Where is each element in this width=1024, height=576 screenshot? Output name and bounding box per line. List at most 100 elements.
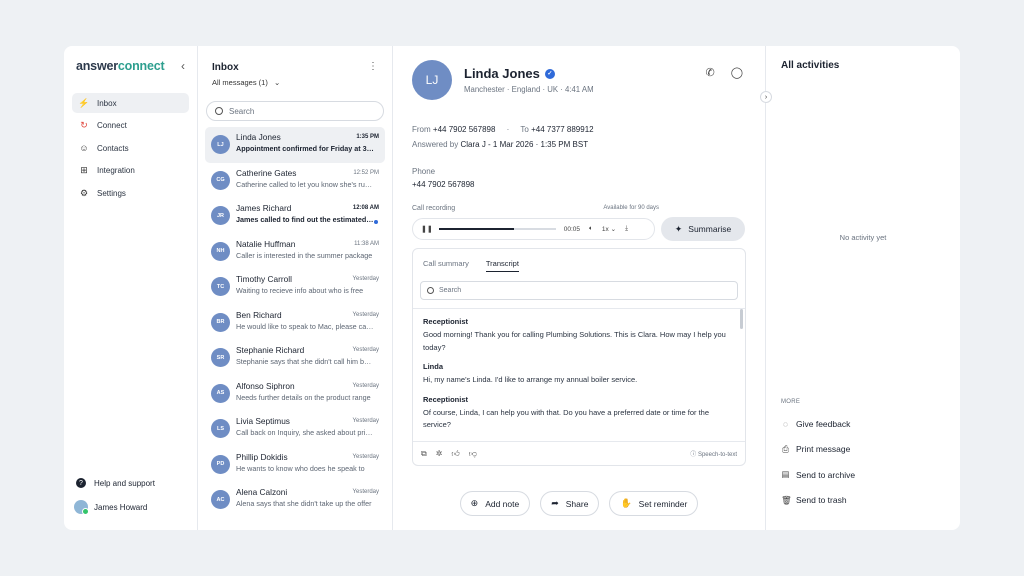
list-item[interactable]: NH Natalie Huffman 11:38 AM Caller is inter… [205,234,385,270]
inbox-header: Inbox All messages (1) ⌄ ⋮ [198,46,392,87]
transcript-line: Of course, Linda, I can help you with th… [423,407,709,430]
sparkle-icon: ✦ [674,223,683,234]
help-support-link[interactable]: ? Help and support [72,474,189,492]
search-placeholder: Search [439,287,462,294]
sidebar-item-inbox[interactable]: ⚡ Inbox [72,93,189,113]
sidebar-footer: ? Help and support James Howard [72,474,189,518]
volume-icon[interactable]: 🔈︎ [589,225,593,233]
more-vertical-icon[interactable]: ⋮ [368,61,378,72]
activities-title: All activities [781,60,840,71]
contact-name: Alfonso Siphron [236,380,295,391]
speaker-label: Receptionist [423,394,469,404]
list-item[interactable]: JR James Richard 12:08 AM James called to f… [205,198,385,234]
avatar: SR [211,348,230,367]
message-preview: Waiting to recieve info about who is fre… [236,286,364,295]
set-reminder-button[interactable]: ✋ Set reminder [609,491,699,516]
list-item-header: Catherine Gates 12:52 PM [236,168,379,178]
sidebar-item-integration[interactable]: ⊞ Integration [72,161,189,181]
list-item[interactable]: CG Catherine Gates 12:52 PM Catherine calle… [205,163,385,199]
list-item[interactable]: PD Phillip Dokidis Yesterday He wants to kn… [205,447,385,483]
list-item[interactable]: LJ Linda Jones 1:35 PM Appointment confirme… [205,127,385,163]
print-message-link[interactable]: ⎙ Print message [781,437,945,463]
reminder-icon: ✋ [620,498,632,508]
unread-dot [374,220,378,224]
list-item[interactable]: LS Livia Septimus Yesterday Call back on In… [205,411,385,447]
audio-time: 00:05 [563,225,581,233]
audio-progress-bar[interactable] [438,228,556,230]
send-to-trash-link[interactable]: 🗑︎ Send to trash [781,488,945,514]
list-item[interactable]: BR Ben Richard Yesterday He would like to s… [205,305,385,341]
playback-speed[interactable]: 1x ⌄ [602,225,616,233]
contacts-icon: ☺ [79,143,89,153]
chevron-right-icon[interactable]: › [760,91,772,103]
contact-actions: ✆ ◯ [705,66,743,79]
list-item[interactable]: SR Stephanie Richard Yesterday Stephanie sa… [205,340,385,376]
avatar: LJ [211,135,230,154]
tab-call-summary[interactable]: Call summary [423,259,469,272]
search-icon [215,107,223,115]
separator: · [506,125,510,134]
contact-name: Stephanie Richard [236,345,305,355]
inbox-filter-dropdown[interactable]: All messages (1) ⌄ [212,78,378,87]
share-label: Share [565,498,589,509]
timestamp: 1:35 PM [356,134,379,140]
download-icon[interactable]: ⤓ [625,225,628,233]
thumbs-down-icon[interactable]: 👎︎ [469,449,477,459]
trash-icon: 🗑︎ [781,494,792,505]
pause-icon[interactable]: ❚❚ [421,225,433,233]
avatar: CG [211,170,230,190]
list-item[interactable]: TC Timothy Carroll Yesterday Waiting to rec… [205,269,385,305]
reminder-label: Set reminder [638,498,688,509]
answered-by: Clara J - 1 Mar 2026 · 1:35 PM BST [460,140,589,149]
contact-location: Manchester · England · UK · 4:41 AM [464,85,594,94]
phone-label: Phone [412,167,436,176]
list-item-header: Livia Septimus Yesterday [236,416,379,426]
avatar: PD [211,454,230,474]
sidebar-item-contacts[interactable]: ☺ Contacts [72,138,189,158]
avatar: TC [211,277,230,296]
list-item[interactable]: AC Alena Calzoni Yesterday Alena says that … [205,482,385,518]
from-label: From [412,125,431,134]
list-item-header: James Richard 12:08 AM [236,203,379,213]
phone-icon[interactable]: ✆ [705,66,714,79]
more-section: MORE ◌ Give feedback ⎙ Print message ▤ S… [781,399,945,513]
message-preview: Caller is interested in the summer packa… [236,250,373,260]
send-to-archive-link[interactable]: ▤ Send to archive [781,462,945,488]
list-item[interactable]: AS Alfonso Siphron Yesterday Needs further … [205,376,385,412]
speech-to-text-note: ⓘ Speech-to-text [690,452,737,458]
user-profile[interactable]: James Howard [72,496,189,518]
share-button[interactable]: ➦ Share [540,491,600,516]
sidebar-item-connect[interactable]: ↻ Connect [72,116,189,136]
message-preview: Needs further details on the product ran… [236,392,371,402]
list-item-header: Alfonso Siphron Yesterday [236,381,379,391]
contact-name: Ben Richard [236,309,282,320]
summarise-button[interactable]: ✦ Summarise [661,217,745,241]
message-list: LJ Linda Jones 1:35 PM Appointment confirme… [198,127,392,518]
contact-name: Phillip Dokidis [236,451,288,462]
chevron-left-icon[interactable]: ‹ [181,59,185,73]
thumbs-up-icon[interactable]: 👍︎ [451,449,459,459]
tab-transcript[interactable]: Transcript [485,259,519,272]
recording-header: Call recording Available for 90 days [412,205,746,212]
list-item-body: Phillip Dokidis Yesterday He wants to know… [236,452,379,473]
summarise-label: Summarise [688,224,732,234]
list-item-body: Natalie Huffman 11:38 AM Caller is interes… [236,239,379,260]
copy-icon[interactable]: ⧉ [421,449,427,459]
scrollbar[interactable] [740,309,743,329]
add-note-button[interactable]: ⊕ Add note [459,491,531,516]
audio-progress-fill [438,228,514,230]
chat-icon[interactable]: ◯ [731,66,743,79]
list-item-body: Linda Jones 1:35 PM Appointment confirmed … [236,132,379,153]
avatar: NH [211,241,230,261]
contact-name: Natalie Huffman [236,238,296,249]
sidebar-item-settings[interactable]: ⚙ Settings [72,183,189,203]
transcript-search-input[interactable]: Search [420,281,738,300]
list-item-header: Alena Calzoni Yesterday [236,487,379,497]
transcript-line: Hi, my name's Linda. I'd like to arrange… [423,375,638,384]
list-item-body: Ben Richard Yesterday He would like to spe… [236,310,379,331]
give-feedback-link[interactable]: ◌ Give feedback [781,411,945,437]
bug-icon[interactable]: ✲ [436,449,443,458]
more-label: MORE [781,399,801,405]
list-item-body: Timothy Carroll Yesterday Waiting to recie… [236,274,379,295]
search-input[interactable]: Search [206,101,384,121]
